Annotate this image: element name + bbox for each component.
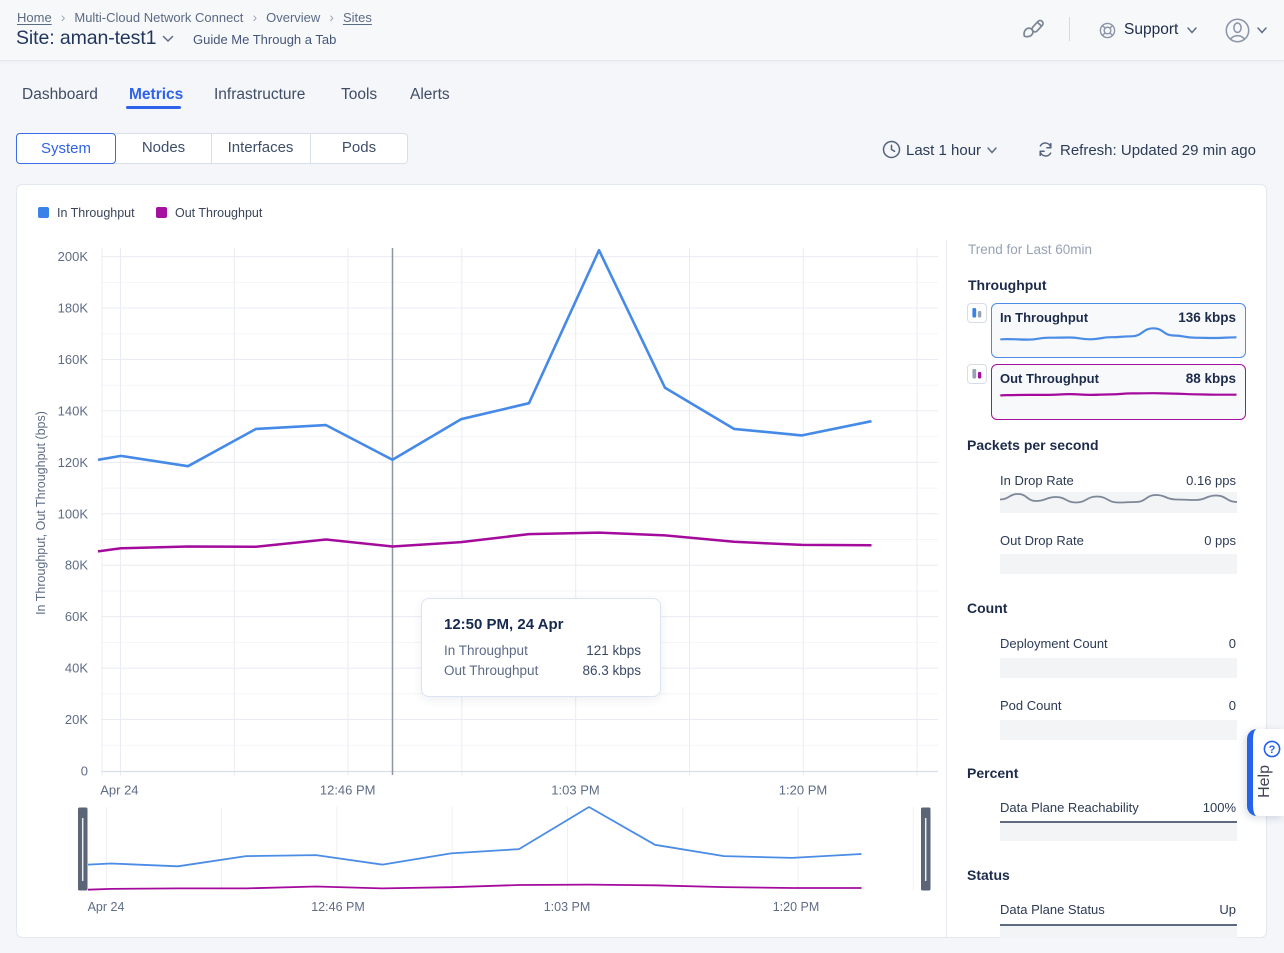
svg-text:120K: 120K [58,455,89,470]
svg-text:12:46 PM: 12:46 PM [320,783,376,798]
svg-text:1:20 PM: 1:20 PM [773,900,820,914]
svg-text:1:20 PM: 1:20 PM [779,783,827,798]
svg-text:80K: 80K [65,558,88,573]
svg-text:Apr 24: Apr 24 [100,783,138,798]
svg-text:40K: 40K [65,661,88,676]
svg-text:1:03 PM: 1:03 PM [551,783,599,798]
svg-text:200K: 200K [58,249,89,264]
svg-text:?: ? [1269,744,1276,756]
svg-text:In Throughput, Out Throughput: In Throughput, Out Throughput (bps) [34,411,48,615]
svg-text:180K: 180K [58,301,89,316]
svg-text:160K: 160K [58,352,89,367]
svg-text:100K: 100K [58,506,89,521]
svg-text:Apr 24: Apr 24 [88,900,125,914]
svg-text:1:03 PM: 1:03 PM [544,900,591,914]
svg-text:12:46 PM: 12:46 PM [311,900,365,914]
svg-text:140K: 140K [58,403,89,418]
svg-text:20K: 20K [65,712,88,727]
svg-text:0: 0 [81,764,88,779]
svg-text:60K: 60K [65,609,88,624]
